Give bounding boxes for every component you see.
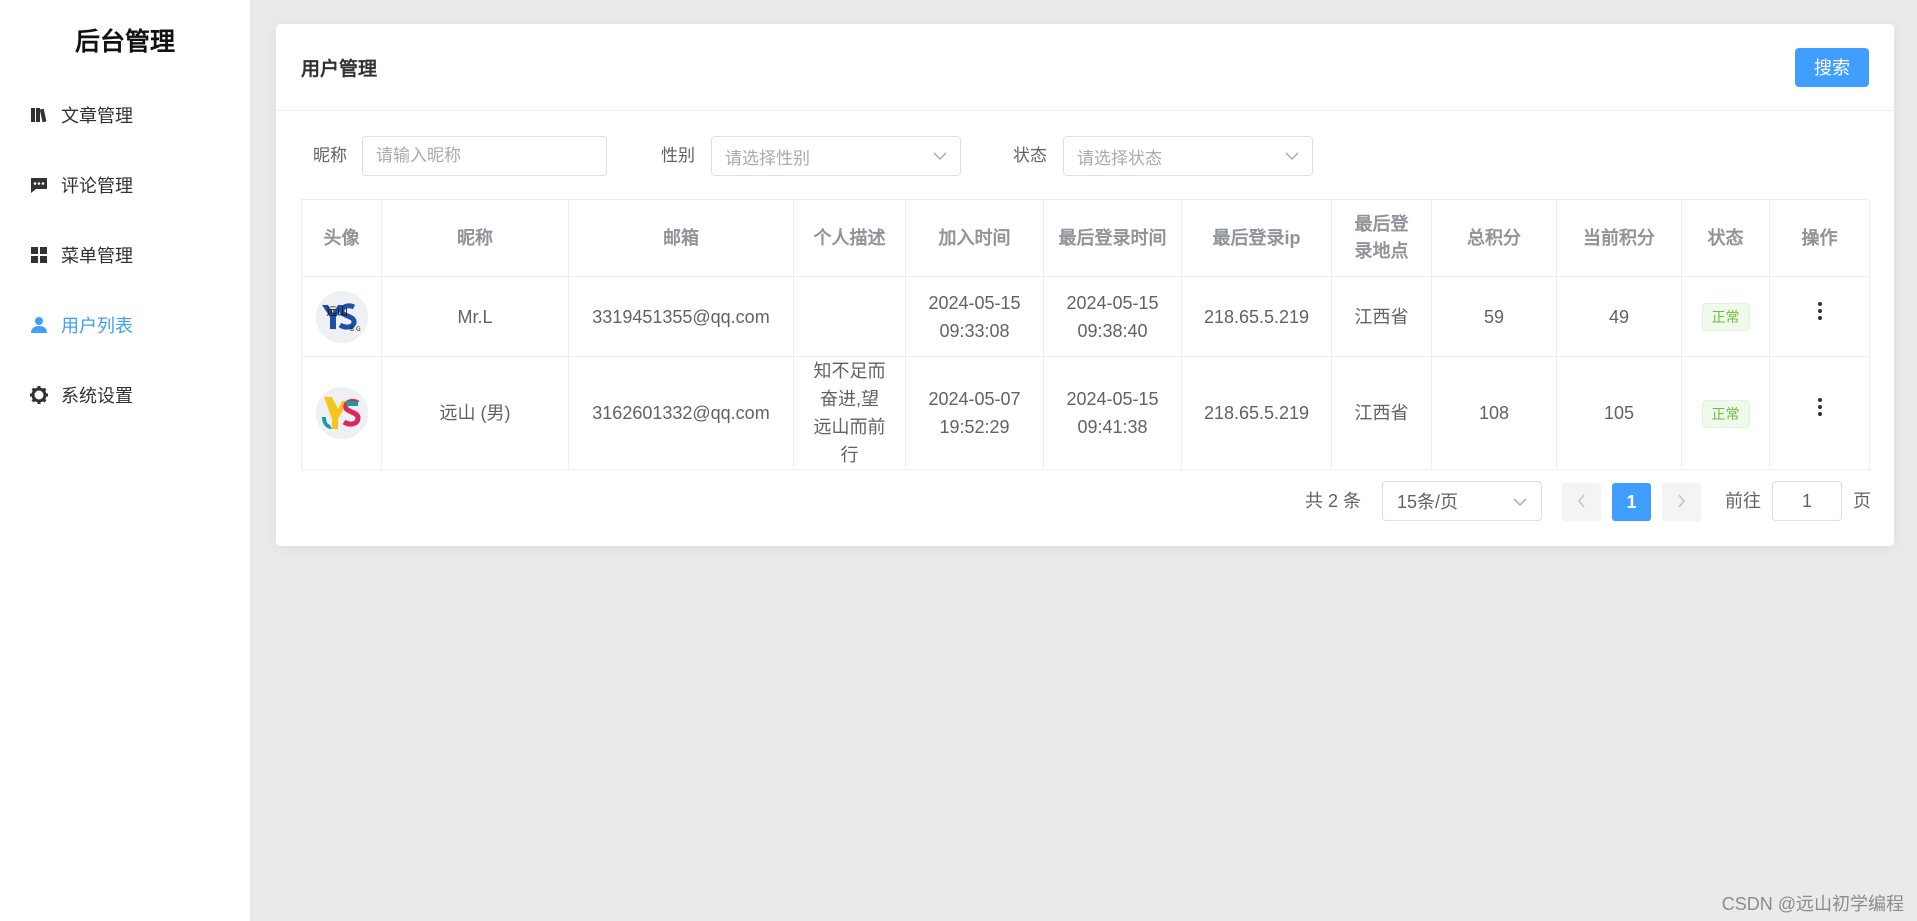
join-date: 2024-05-15: [928, 292, 1021, 313]
user-icon: [29, 315, 49, 335]
pagination: 共 2 条 15条/页 1 前往 1 页: [276, 481, 1894, 521]
column-header: 总积分: [1431, 199, 1557, 277]
status-label: 状态: [1013, 146, 1047, 165]
gender-select-placeholder: 请选择性别: [725, 148, 810, 168]
card-header: 用户管理 搜索: [276, 24, 1894, 111]
goto-label: 前往: [1725, 491, 1761, 511]
description-cell: 知不足而奋进,望远山而前行: [793, 356, 906, 470]
email-cell: 3319451355@qq.com: [568, 276, 794, 357]
table-row: 远山 B G Mr.L 3319451355@qq.com 2024-05-15…: [301, 276, 1870, 357]
sidebar-item-label: 菜单管理: [61, 246, 133, 266]
app-title: 后台管理: [74, 28, 175, 56]
sidebar-item-label: 用户列表: [61, 316, 133, 336]
svg-text:远山: 远山: [326, 305, 348, 318]
column-header: 当前积分: [1556, 199, 1682, 277]
avatar[interactable]: [315, 387, 368, 439]
page-size-select[interactable]: 15条/页: [1382, 481, 1542, 521]
location-cell: 江西省: [1331, 276, 1432, 357]
total-points-cell: 59: [1431, 276, 1557, 357]
prev-page-button[interactable]: [1562, 483, 1601, 521]
status-select[interactable]: 请选择状态: [1063, 136, 1313, 176]
column-header: 加入时间: [905, 199, 1044, 277]
column-header: 头像: [301, 199, 382, 277]
last-login-date: 2024-05-15: [1066, 292, 1159, 313]
ip-cell: 218.65.5.219: [1181, 276, 1332, 357]
last-login-time-cell: 2024-05-15 09:41:38: [1043, 356, 1182, 470]
last-login-time-cell: 2024-05-15 09:38:40: [1043, 276, 1182, 357]
gender-label: 性别: [661, 146, 695, 165]
comment-icon: [29, 175, 49, 195]
gear-icon: [29, 385, 49, 405]
status-badge: 正常: [1701, 303, 1750, 331]
column-header: 操作: [1769, 199, 1870, 277]
join-time-cell: 2024-05-07 19:52:29: [905, 356, 1044, 470]
status-select-placeholder: 请选择状态: [1077, 148, 1162, 168]
nickname-input[interactable]: [376, 146, 593, 166]
chevron-right-icon: [1677, 492, 1686, 513]
next-page-button[interactable]: [1662, 483, 1701, 521]
sidebar-item-menus[interactable]: 菜单管理: [0, 220, 250, 290]
sidebar: 后台管理 文章管理 评论管理 菜单管理 用户列表 系统设置: [0, 0, 250, 921]
nickname-cell: 远山 (男): [381, 356, 569, 470]
sidebar-item-label: 系统设置: [61, 386, 133, 406]
last-login-clock: 09:41:38: [1077, 417, 1148, 437]
column-header: 最后登录地点: [1331, 199, 1432, 277]
description-cell: [793, 276, 906, 357]
join-time-cell: 2024-05-15 09:33:08: [905, 276, 1044, 357]
table-row: 远山 (男) 3162601332@qq.com 知不足而奋进,望远山而前行 2…: [301, 356, 1870, 470]
join-clock: 09:33:08: [939, 320, 1010, 341]
column-header: 状态: [1681, 199, 1770, 277]
search-button[interactable]: 搜索: [1795, 47, 1869, 87]
ip-cell: 218.65.5.219: [1181, 356, 1332, 470]
page-suffix: 页: [1853, 491, 1871, 511]
user-management-card: 用户管理 搜索 昵称 性别 请选择性别 状态 请选择状态 头像 昵称 邮箱: [276, 24, 1894, 546]
pagination-total: 共 2 条: [1305, 491, 1362, 511]
sidebar-item-label: 评论管理: [61, 176, 133, 196]
sidebar-item-comments[interactable]: 评论管理: [0, 150, 250, 220]
sidebar-item-users[interactable]: 用户列表: [0, 290, 250, 360]
nickname-cell: Mr.L: [381, 276, 569, 357]
column-header: 昵称: [381, 199, 569, 277]
join-clock: 19:52:29: [939, 417, 1010, 437]
nickname-label: 昵称: [313, 146, 347, 165]
current-points-cell: 105: [1556, 356, 1682, 470]
page-title: 用户管理: [301, 58, 378, 80]
chevron-down-icon: [933, 146, 947, 166]
sidebar-item-settings[interactable]: 系统设置: [0, 360, 250, 430]
table-header-row: 头像 昵称 邮箱 个人描述 加入时间 最后登录时间 最后登录ip 最后登录地点 …: [301, 199, 1870, 277]
chevron-left-icon: [1577, 492, 1586, 513]
last-login-clock: 09:38:40: [1077, 320, 1148, 341]
status-badge: 正常: [1701, 399, 1750, 428]
page-size-value: 15条/页: [1397, 492, 1459, 512]
book-icon: [29, 105, 49, 125]
chevron-down-icon: [1285, 146, 1299, 166]
column-header: 最后登录时间: [1043, 199, 1182, 277]
current-points-cell: 49: [1556, 276, 1682, 357]
user-table: 头像 昵称 邮箱 个人描述 加入时间 最后登录时间 最后登录ip 最后登录地点 …: [301, 199, 1870, 470]
avatar[interactable]: 远山 B G: [315, 290, 368, 343]
page-number-button[interactable]: 1: [1612, 483, 1651, 521]
more-actions-icon[interactable]: [1817, 398, 1822, 417]
sidebar-item-articles[interactable]: 文章管理: [0, 80, 250, 150]
total-points-cell: 108: [1431, 356, 1557, 470]
nickname-input-wrapper: [362, 136, 607, 176]
more-actions-icon[interactable]: [1817, 301, 1822, 320]
watermark: CSDN @远山初学编程: [1721, 894, 1904, 914]
goto-page-input[interactable]: 1: [1772, 481, 1842, 521]
sidebar-item-label: 文章管理: [61, 106, 133, 126]
gender-select[interactable]: 请选择性别: [711, 136, 961, 176]
column-header: 最后登录ip: [1181, 199, 1332, 277]
grid-icon: [29, 245, 49, 265]
column-header: 邮箱: [568, 199, 794, 277]
svg-text:B G: B G: [350, 326, 361, 333]
location-cell: 江西省: [1331, 356, 1432, 470]
join-date: 2024-05-07: [928, 389, 1021, 409]
column-header: 个人描述: [793, 199, 906, 277]
chevron-down-icon: [1513, 491, 1527, 512]
last-login-date: 2024-05-15: [1066, 389, 1159, 409]
email-cell: 3162601332@qq.com: [568, 356, 794, 470]
